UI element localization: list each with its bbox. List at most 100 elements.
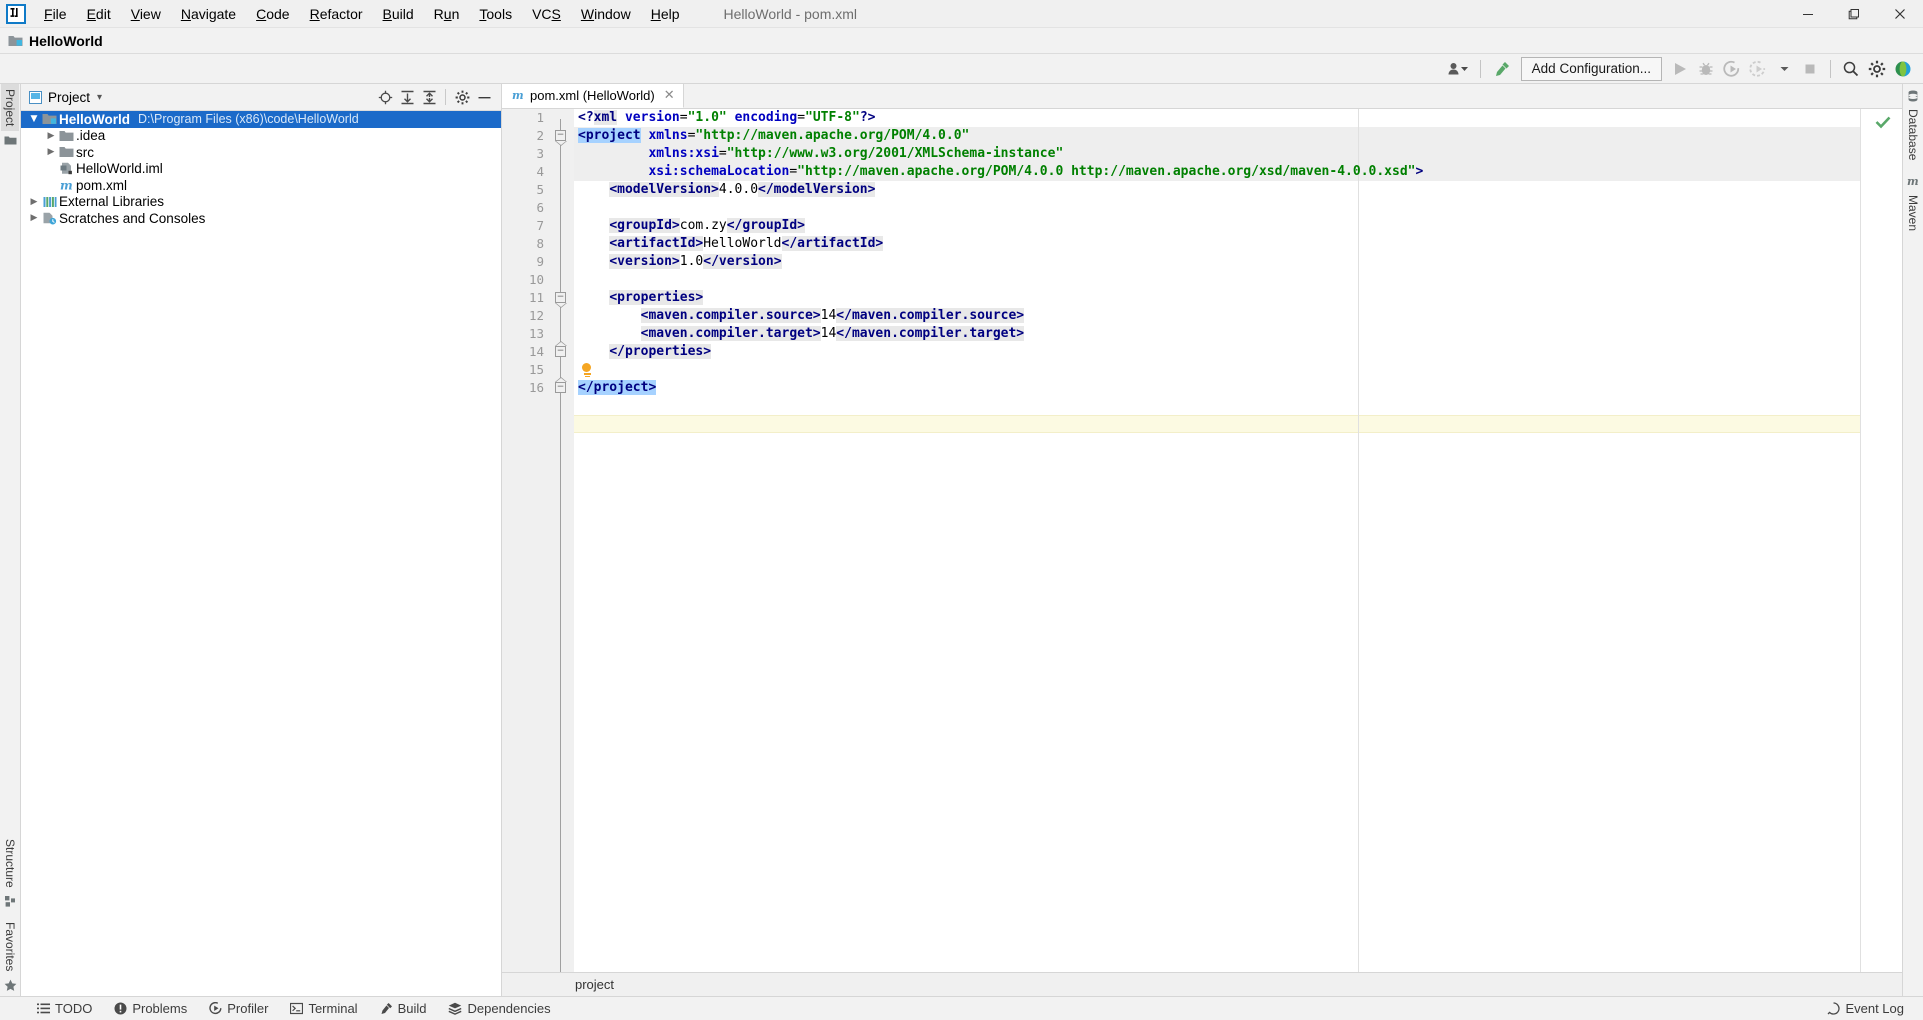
- collapse-all-icon[interactable]: [418, 86, 440, 108]
- window-controls: [1785, 0, 1923, 28]
- chevron-right-icon[interactable]: ▶: [44, 131, 58, 141]
- tree-node-label: External Libraries: [59, 194, 165, 210]
- chevron-right-icon[interactable]: ▶: [44, 147, 58, 157]
- menu-item-edit[interactable]: Edit: [77, 2, 121, 26]
- project-tree[interactable]: ▼ HelloWorld D:\Program Files (x86)\code\H…: [21, 111, 501, 996]
- hide-panel-icon[interactable]: [473, 86, 495, 108]
- locate-icon[interactable]: [374, 86, 396, 108]
- code-line-1: <?xml version="1.0" encoding="UTF-8"?>: [578, 109, 875, 127]
- run-configuration-selector[interactable]: Add Configuration...: [1520, 56, 1662, 81]
- menu-item-window[interactable]: Window: [571, 2, 641, 26]
- run-icon[interactable]: [1668, 57, 1692, 81]
- fold-marker-line-14[interactable]: −: [555, 341, 567, 357]
- menu-item-tools[interactable]: Tools: [469, 2, 522, 26]
- updates-icon[interactable]: [1891, 57, 1915, 81]
- build-hammer-icon[interactable]: [1489, 57, 1515, 81]
- code-line-8: <artifactId>HelloWorld</artifactId>: [578, 235, 884, 253]
- terminal-icon: [290, 1002, 304, 1015]
- menu-item-run[interactable]: Run: [424, 2, 470, 26]
- status-item-profiler[interactable]: Profiler: [198, 1001, 279, 1016]
- menu-bar: File Edit View Navigate Code Refactor Build Run…: [0, 0, 1923, 28]
- tree-node-scratches-and-consoles[interactable]: ▶ Scratches and Consoles: [21, 210, 501, 227]
- chevron-right-icon[interactable]: ▶: [27, 213, 41, 223]
- tool-window-button-project[interactable]: Project: [1, 84, 19, 132]
- menu-item-navigate[interactable]: Navigate: [171, 2, 246, 26]
- menu-item-refactor[interactable]: Refactor: [300, 2, 373, 26]
- tool-window-button-structure[interactable]: Structure: [1, 834, 19, 893]
- intention-bulb-icon[interactable]: [582, 363, 593, 377]
- tree-node-pom-xml[interactable]: m pom.xml: [21, 177, 501, 194]
- close-window-button[interactable]: [1877, 0, 1923, 28]
- menu-item-help[interactable]: Help: [641, 2, 690, 26]
- tree-node-src[interactable]: ▶ src: [21, 144, 501, 161]
- editor-tab-pom-xml[interactable]: m pom.xml (HelloWorld) ✕: [502, 84, 684, 108]
- build-hammer-icon: [380, 1002, 393, 1015]
- code-token: "http://www.w3.org/2001/XMLSchema-instan…: [726, 146, 1064, 161]
- code-token: com.zy: [679, 218, 727, 233]
- menu-item-code[interactable]: Code: [246, 2, 299, 26]
- fold-marker-line-16[interactable]: −: [555, 377, 567, 393]
- chevron-down-icon[interactable]: [1772, 57, 1796, 81]
- debug-icon[interactable]: [1694, 57, 1718, 81]
- profiler-run-icon[interactable]: [1746, 57, 1770, 81]
- menu-item-view[interactable]: View: [121, 2, 171, 26]
- run-coverage-icon[interactable]: [1720, 57, 1744, 81]
- code-token: <maven.compiler.source>: [640, 308, 821, 323]
- status-item-build[interactable]: Build: [369, 1001, 438, 1016]
- search-everywhere-icon[interactable]: [1839, 57, 1863, 81]
- status-item-todo[interactable]: TODO: [26, 1001, 103, 1016]
- line-number: 14: [528, 344, 544, 359]
- tree-node-external-libraries[interactable]: ▶ External Libraries: [21, 194, 501, 211]
- status-item-problems[interactable]: Problems: [103, 1001, 198, 1016]
- code-token: xml: [593, 110, 618, 125]
- chevron-down-icon[interactable]: ▾: [97, 92, 102, 103]
- stop-icon[interactable]: [1798, 57, 1822, 81]
- chevron-down-icon[interactable]: ▼: [27, 114, 41, 124]
- expand-all-icon[interactable]: [396, 86, 418, 108]
- tool-window-button-favorites[interactable]: Favorites: [1, 917, 19, 976]
- status-item-terminal[interactable]: Terminal: [279, 1001, 368, 1016]
- tree-node--idea[interactable]: ▶ .idea: [21, 128, 501, 145]
- minimize-button[interactable]: [1785, 0, 1831, 28]
- chevron-right-icon[interactable]: ▶: [27, 197, 41, 207]
- code-folding-column[interactable]: − − − −: [552, 109, 574, 972]
- line-number: 12: [528, 308, 544, 323]
- code-token: 14: [820, 326, 837, 341]
- right-tool-strip: Database m Maven: [1902, 84, 1923, 996]
- tree-node-label: HelloWorld.iml: [76, 161, 163, 177]
- menu-item-build[interactable]: Build: [373, 2, 424, 26]
- tree-node-helloworld-iml[interactable]: HelloWorld.iml: [21, 161, 501, 178]
- status-bar: TODO Problems Profiler Terminal Build De…: [0, 996, 1923, 1020]
- code-line-9: <version>1.0</version>: [578, 253, 782, 271]
- menu-item-file[interactable]: File: [34, 2, 77, 26]
- code-line-11: <properties>: [578, 289, 704, 307]
- line-number: 6: [536, 200, 544, 215]
- left-strip-bottom-group: Structure Favorites: [1, 834, 19, 996]
- code-token: <version>: [609, 254, 680, 269]
- menu-item-vcs[interactable]: VCS: [522, 2, 571, 26]
- code-token: </artifactId>: [781, 236, 884, 251]
- close-tab-icon[interactable]: ✕: [664, 88, 675, 103]
- user-avatar-icon[interactable]: [1444, 57, 1472, 81]
- breadcrumb[interactable]: project: [502, 972, 1902, 996]
- inspection-marker-column[interactable]: [1860, 109, 1902, 972]
- tool-window-button-database[interactable]: Database: [1904, 104, 1922, 165]
- maven-tab-label: Maven: [1906, 195, 1920, 232]
- code-token: encoding: [734, 110, 798, 125]
- maven-pom-icon: m: [512, 89, 525, 102]
- fold-marker-line-2[interactable]: −: [555, 130, 567, 146]
- maximize-restore-button[interactable]: [1831, 0, 1877, 28]
- fold-marker-line-11[interactable]: −: [555, 292, 567, 308]
- status-item-label: Build: [397, 1001, 427, 1016]
- status-item-dependencies[interactable]: Dependencies: [437, 1001, 561, 1016]
- libraries-icon: [41, 196, 58, 208]
- code-text-area[interactable]: <?xml version="1.0" encoding="UTF-8"?> <p…: [574, 109, 1860, 972]
- status-item-event-log[interactable]: Event Log: [1816, 1001, 1915, 1016]
- status-item-label: Problems: [132, 1001, 188, 1016]
- tree-node-helloworld[interactable]: ▼ HelloWorld D:\Program Files (x86)\code\H…: [21, 111, 501, 128]
- tool-window-button-maven[interactable]: Maven: [1904, 190, 1922, 236]
- settings-gear-icon[interactable]: [451, 86, 473, 108]
- settings-gear-icon[interactable]: [1865, 57, 1889, 81]
